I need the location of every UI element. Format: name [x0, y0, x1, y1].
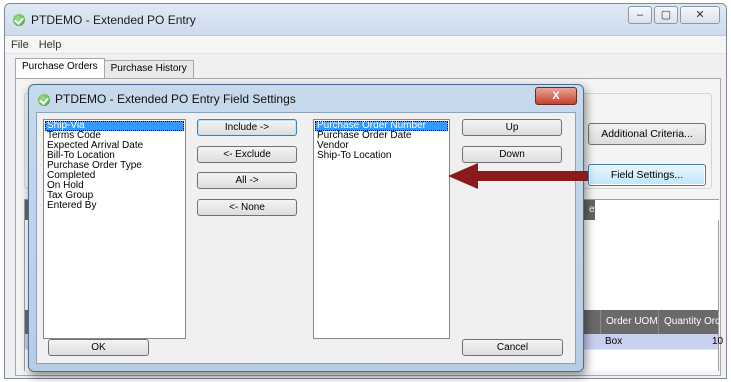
move-up-button[interactable]: Up [462, 119, 562, 136]
grid-header-order-uom[interactable]: Order UOM [600, 310, 658, 334]
field-settings-dialog: PTDEMO - Extended PO Entry Field Setting… [28, 84, 584, 372]
available-fields-list[interactable]: Ship-Via Terms Code Expected Arrival Dat… [43, 119, 186, 339]
cell-order-uom: Box [605, 336, 623, 347]
cancel-button[interactable]: Cancel [462, 339, 563, 356]
exclude-none-button[interactable]: <- None [197, 199, 297, 216]
menu-help[interactable]: Help [39, 39, 62, 51]
list-item[interactable]: Entered By [45, 201, 184, 211]
app-icon [13, 14, 25, 26]
tab-strip: Purchase Orders Purchase History [15, 58, 194, 78]
grid-header-quantity-ordered[interactable]: Quantity Ordered [658, 310, 720, 334]
dialog-body: Ship-Via Terms Code Expected Arrival Dat… [36, 112, 576, 364]
list-item[interactable]: Ship-To Location [315, 151, 448, 161]
close-icon[interactable]: ✕ [680, 6, 720, 24]
field-settings-button[interactable]: Field Settings... [588, 164, 706, 186]
cell-quantity-ordered: 10 [712, 336, 724, 347]
tab-purchase-orders[interactable]: Purchase Orders [15, 58, 105, 78]
main-window-title: PTDEMO - Extended PO Entry [31, 13, 196, 27]
menu-bar: File Help [5, 36, 726, 54]
dialog-app-icon [38, 94, 50, 106]
move-down-button[interactable]: Down [462, 146, 562, 163]
maximize-icon[interactable]: ▢ [654, 6, 678, 24]
main-titlebar: PTDEMO - Extended PO Entry – ▢ ✕ [5, 4, 726, 36]
selected-fields-list[interactable]: Purchase Order Number Purchase Order Dat… [313, 119, 450, 339]
additional-criteria-button[interactable]: Additional Criteria... [588, 123, 706, 145]
minimize-icon[interactable]: – [628, 6, 652, 24]
include-all-button[interactable]: All -> [197, 172, 297, 189]
ok-button[interactable]: OK [48, 339, 149, 356]
exclude-button[interactable]: <- Exclude [197, 146, 297, 163]
menu-file[interactable]: File [11, 39, 29, 51]
tab-purchase-history[interactable]: Purchase History [103, 60, 194, 78]
dialog-close-icon[interactable]: X [535, 87, 577, 105]
include-button[interactable]: Include -> [197, 119, 297, 136]
arrow-annotation-icon [448, 163, 588, 189]
dialog-title: PTDEMO - Extended PO Entry Field Setting… [55, 92, 296, 106]
